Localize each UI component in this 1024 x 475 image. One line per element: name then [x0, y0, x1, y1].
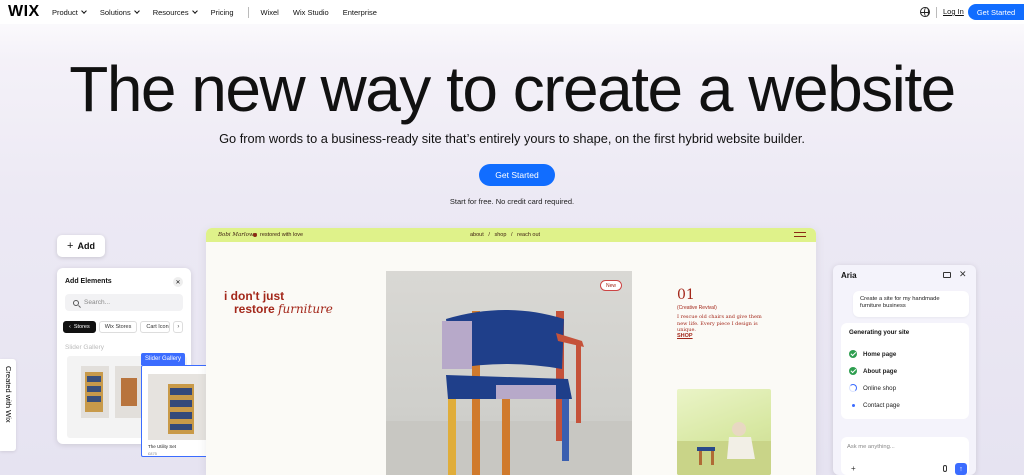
shop-link[interactable]: SHOP — [677, 333, 693, 339]
feature-subtitle: (Creative Revival) — [677, 305, 717, 311]
nav-divider — [936, 7, 937, 18]
close-icon[interactable]: ✕ — [173, 277, 183, 287]
hero-note: Start for free. No credit card required. — [449, 197, 575, 206]
check-icon — [849, 367, 857, 375]
headline-word: restore — [234, 302, 275, 316]
category-label: Stores — [73, 324, 90, 330]
gallery-image — [148, 374, 214, 440]
dot-icon — [253, 233, 257, 237]
site-tagline: restored with love — [260, 232, 304, 238]
site-headline: i don't just restore furniture — [224, 290, 333, 316]
step-label: Home page — [863, 350, 897, 358]
hamburger-menu-icon[interactable] — [794, 232, 806, 237]
chat-icon[interactable] — [943, 272, 951, 278]
generation-progress: Generating your site Home page About pag… — [841, 323, 969, 419]
close-icon[interactable]: ✕ — [959, 269, 967, 280]
category-stores[interactable]: ‹ Stores — [63, 321, 96, 333]
wix-logo[interactable]: WIX — [8, 3, 40, 21]
gallery-item-price: £875 — [148, 451, 157, 456]
nav-wixel[interactable]: Wixel — [261, 8, 279, 17]
gallery-item-name: The Utility Set — [148, 444, 177, 449]
hero-subtitle: Go from words to a business-ready site t… — [219, 131, 805, 146]
nav-resources[interactable]: Resources — [152, 7, 198, 17]
step-contact-page: Contact page — [849, 401, 900, 409]
nav-solutions[interactable]: Solutions — [99, 7, 140, 17]
login-link[interactable]: Log In — [943, 7, 964, 16]
headline-italic: furniture — [278, 302, 333, 316]
category-tabs: ‹ Stores Wix Stores Cart Icon › — [63, 321, 184, 333]
created-with-wix-badge[interactable]: Created with Wix — [0, 359, 16, 451]
chair-hero-image — [386, 271, 632, 475]
panel-title: Add Elements — [65, 278, 112, 285]
chevron-left-icon: ‹ — [69, 324, 71, 330]
globe-icon[interactable] — [920, 7, 930, 17]
loading-spinner-icon — [849, 384, 857, 392]
pending-dot-icon — [849, 401, 857, 409]
send-arrow-icon[interactable]: ↑ — [955, 463, 967, 475]
aria-assistant-panel: Aria ✕ Create a site for my handmade fur… — [833, 265, 976, 475]
nav-product-label: Product — [52, 7, 78, 17]
site-menu-sep: / — [488, 232, 490, 238]
chat-input-placeholder: Ask me anything... — [847, 444, 895, 450]
site-menu: about / shop / reach out — [470, 232, 540, 238]
search-placeholder: Search... — [84, 299, 111, 306]
workshop-image — [677, 389, 771, 475]
plus-icon[interactable]: + — [851, 464, 856, 473]
badge-text: Created with Wix — [4, 366, 13, 423]
nav-solutions-label: Solutions — [99, 7, 131, 17]
feature-number: 01 — [677, 287, 695, 303]
chevron-down-icon — [81, 8, 87, 14]
step-label: About page — [863, 367, 898, 375]
feature-description: I rescue old chairs and give them new li… — [677, 314, 762, 333]
site-menu-about[interactable]: about — [470, 232, 484, 238]
nav-divider — [247, 6, 249, 18]
slider-gallery-label: Slider Gallery — [65, 344, 105, 351]
step-label: Contact page — [863, 401, 900, 409]
step-home-page: Home page — [849, 350, 896, 358]
add-button[interactable]: + Add — [57, 235, 105, 257]
check-icon — [849, 350, 857, 358]
nav-product[interactable]: Product — [52, 7, 87, 17]
site-header-bar: Bobi Marlowe restored with love about / … — [206, 228, 816, 242]
site-preview: Bobi Marlowe restored with love about / … — [206, 228, 816, 475]
gallery-item[interactable]: The Utility Set £875 — [148, 374, 214, 456]
elements-search-input[interactable]: Search... — [65, 294, 183, 311]
chevron-down-icon — [191, 8, 198, 14]
site-menu-sep: / — [511, 232, 513, 238]
add-button-label: Add — [77, 241, 95, 251]
hero-get-started-button[interactable]: Get Started — [479, 164, 555, 186]
step-online-shop: Online shop — [849, 384, 896, 392]
nav-resources-label: Resources — [152, 7, 189, 17]
category-wix-stores[interactable]: Wix Stores — [98, 321, 138, 333]
category-cart-icon[interactable]: Cart Icon — [140, 321, 171, 333]
nav-enterprise[interactable]: Enterprise — [343, 8, 377, 17]
site-menu-shop[interactable]: shop — [494, 232, 506, 238]
hero-title: The new way to create a website — [69, 53, 956, 125]
user-prompt-bubble: Create a site for my handmade furniture … — [853, 291, 969, 317]
top-nav: WIX Product Solutions Resources Pricing … — [0, 0, 1024, 24]
site-brand[interactable]: Bobi Marlowe — [218, 232, 257, 238]
headline-line-2: restore furniture — [224, 303, 333, 316]
step-about-page: About page — [849, 367, 897, 375]
microphone-icon[interactable] — [943, 465, 947, 472]
step-label: Online shop — [863, 384, 897, 392]
generation-title: Generating your site — [849, 329, 910, 336]
nav-pricing-label: Pricing — [210, 7, 234, 17]
chevron-down-icon — [133, 8, 140, 14]
plus-icon: + — [67, 240, 74, 252]
nav-links: Product Solutions Resources Pricing Wixe… — [52, 0, 391, 24]
new-badge: New — [600, 280, 622, 291]
chevron-right-icon[interactable]: › — [173, 321, 184, 333]
aria-title: Aria — [841, 271, 857, 280]
nav-pricing[interactable]: Pricing — [211, 8, 234, 17]
nav-wix-studio[interactable]: Wix Studio — [293, 8, 329, 17]
aria-chat-input[interactable]: Ask me anything... + ↑ — [841, 437, 969, 475]
site-menu-reach-out[interactable]: reach out — [517, 232, 540, 238]
search-icon — [73, 299, 79, 306]
slider-gallery-tag: Slider Gallery — [141, 353, 186, 365]
nav-get-started-button[interactable]: Get Started — [968, 4, 1024, 20]
